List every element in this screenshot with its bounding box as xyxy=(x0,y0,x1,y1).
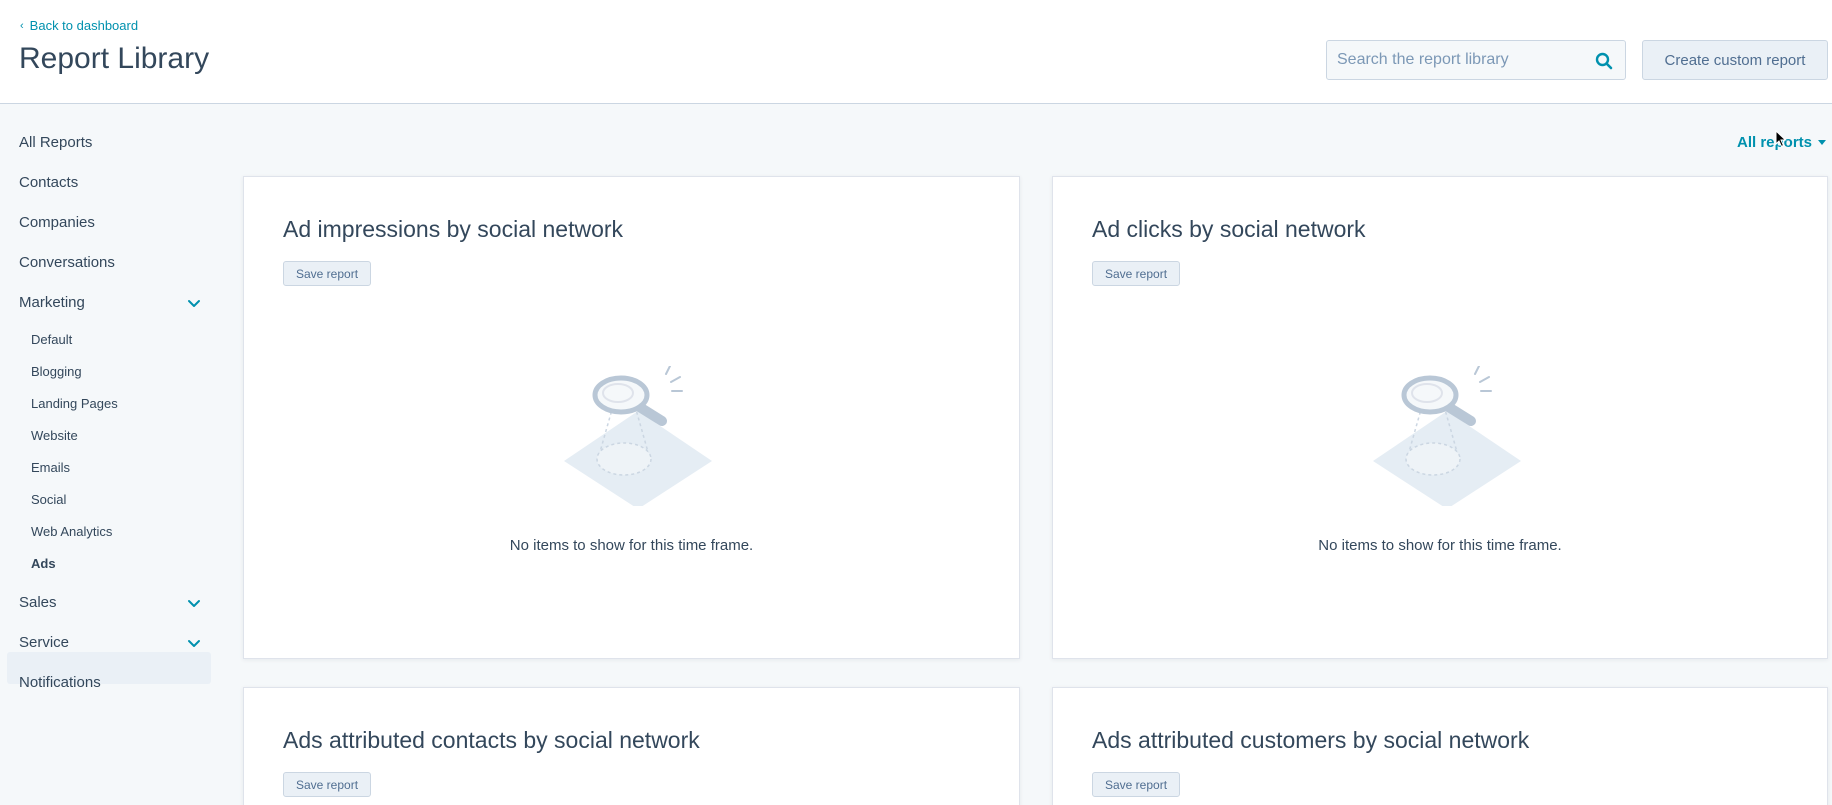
sidebar-subitem-emails[interactable]: Emails xyxy=(31,460,70,475)
save-report-button[interactable]: Save report xyxy=(283,261,372,286)
caret-down-icon xyxy=(1818,140,1827,145)
chevron-down-icon[interactable] xyxy=(187,638,201,648)
page-title: Report Library xyxy=(19,42,210,75)
search-input[interactable] xyxy=(1327,41,1625,79)
report-title: Ad clicks by social network xyxy=(1092,216,1366,242)
chevron-up-icon[interactable] xyxy=(187,298,201,308)
sidebar-item-label: Sales xyxy=(19,594,57,611)
sidebar-subitem-ads[interactable]: Ads xyxy=(31,556,56,571)
sidebar-item-label: All Reports xyxy=(19,134,93,151)
sidebar-item-label: Contacts xyxy=(19,174,79,191)
sidebar-item-label: Notifications xyxy=(19,674,101,691)
sidebar-item-marketing[interactable]: Marketing xyxy=(19,294,201,311)
search-icon[interactable] xyxy=(1595,52,1613,70)
sidebar-item-label: Service xyxy=(19,634,70,651)
search-box xyxy=(1326,40,1626,80)
sidebar-subitem-default[interactable]: Default xyxy=(31,332,72,347)
magnifying-glass-empty-state-icon xyxy=(564,366,712,506)
save-report-button[interactable]: Save report xyxy=(1092,261,1181,286)
sidebar-item-companies[interactable]: Companies xyxy=(19,214,201,231)
sidebar-subitem-landing-pages[interactable]: Landing Pages xyxy=(31,396,118,411)
sidebar-subitem-web-analytics[interactable]: Web Analytics xyxy=(31,524,112,539)
sidebar-item-notifications[interactable]: Notifications xyxy=(19,674,201,691)
sidebar: All Reports Contacts Companies Conversat… xyxy=(0,104,220,805)
chevron-down-icon[interactable] xyxy=(187,598,201,608)
empty-state-text: No items to show for this time frame. xyxy=(509,537,754,554)
sidebar-item-service[interactable]: Service xyxy=(19,634,201,651)
back-to-dashboard-link[interactable]: ‹ Back to dashboard xyxy=(20,18,138,33)
create-custom-report-button[interactable]: Create custom report xyxy=(1642,40,1828,80)
sidebar-item-contacts[interactable]: Contacts xyxy=(19,174,201,191)
mouse-cursor-icon xyxy=(1775,130,1787,148)
sidebar-subitem-blogging[interactable]: Blogging xyxy=(31,364,82,379)
magnifying-glass-empty-state-icon xyxy=(1373,366,1521,506)
report-card: Ad clicks by social network Save report … xyxy=(1052,176,1828,659)
empty-state-text: No items to show for this time frame. xyxy=(1318,537,1562,554)
sidebar-item-label: Conversations xyxy=(19,254,115,271)
sidebar-subitem-social[interactable]: Social xyxy=(31,492,66,507)
back-link-label: Back to dashboard xyxy=(29,18,139,33)
report-title: Ads attributed contacts by social networ… xyxy=(283,727,700,753)
sidebar-item-label: Marketing xyxy=(19,294,85,311)
save-report-button[interactable]: Save report xyxy=(283,772,372,797)
sidebar-item-conversations[interactable]: Conversations xyxy=(19,254,201,271)
report-title: Ads attributed customers by social netwo… xyxy=(1092,727,1530,753)
report-card: Ads attributed contacts by social networ… xyxy=(243,687,1020,805)
report-title: Ad impressions by social network xyxy=(283,216,624,242)
sidebar-item-label: Companies xyxy=(19,214,95,231)
chevron-left-icon: ‹ xyxy=(20,19,24,32)
page-header: ‹ Back to dashboard Report Library Creat… xyxy=(0,0,1832,104)
sidebar-subitem-website[interactable]: Website xyxy=(31,428,78,443)
report-card: Ads attributed customers by social netwo… xyxy=(1052,687,1828,805)
report-card: Ad impressions by social network Save re… xyxy=(243,176,1020,659)
save-report-button[interactable]: Save report xyxy=(1092,772,1181,797)
sidebar-item-sales[interactable]: Sales xyxy=(19,594,201,611)
sidebar-item-all-reports[interactable]: All Reports xyxy=(19,134,201,151)
